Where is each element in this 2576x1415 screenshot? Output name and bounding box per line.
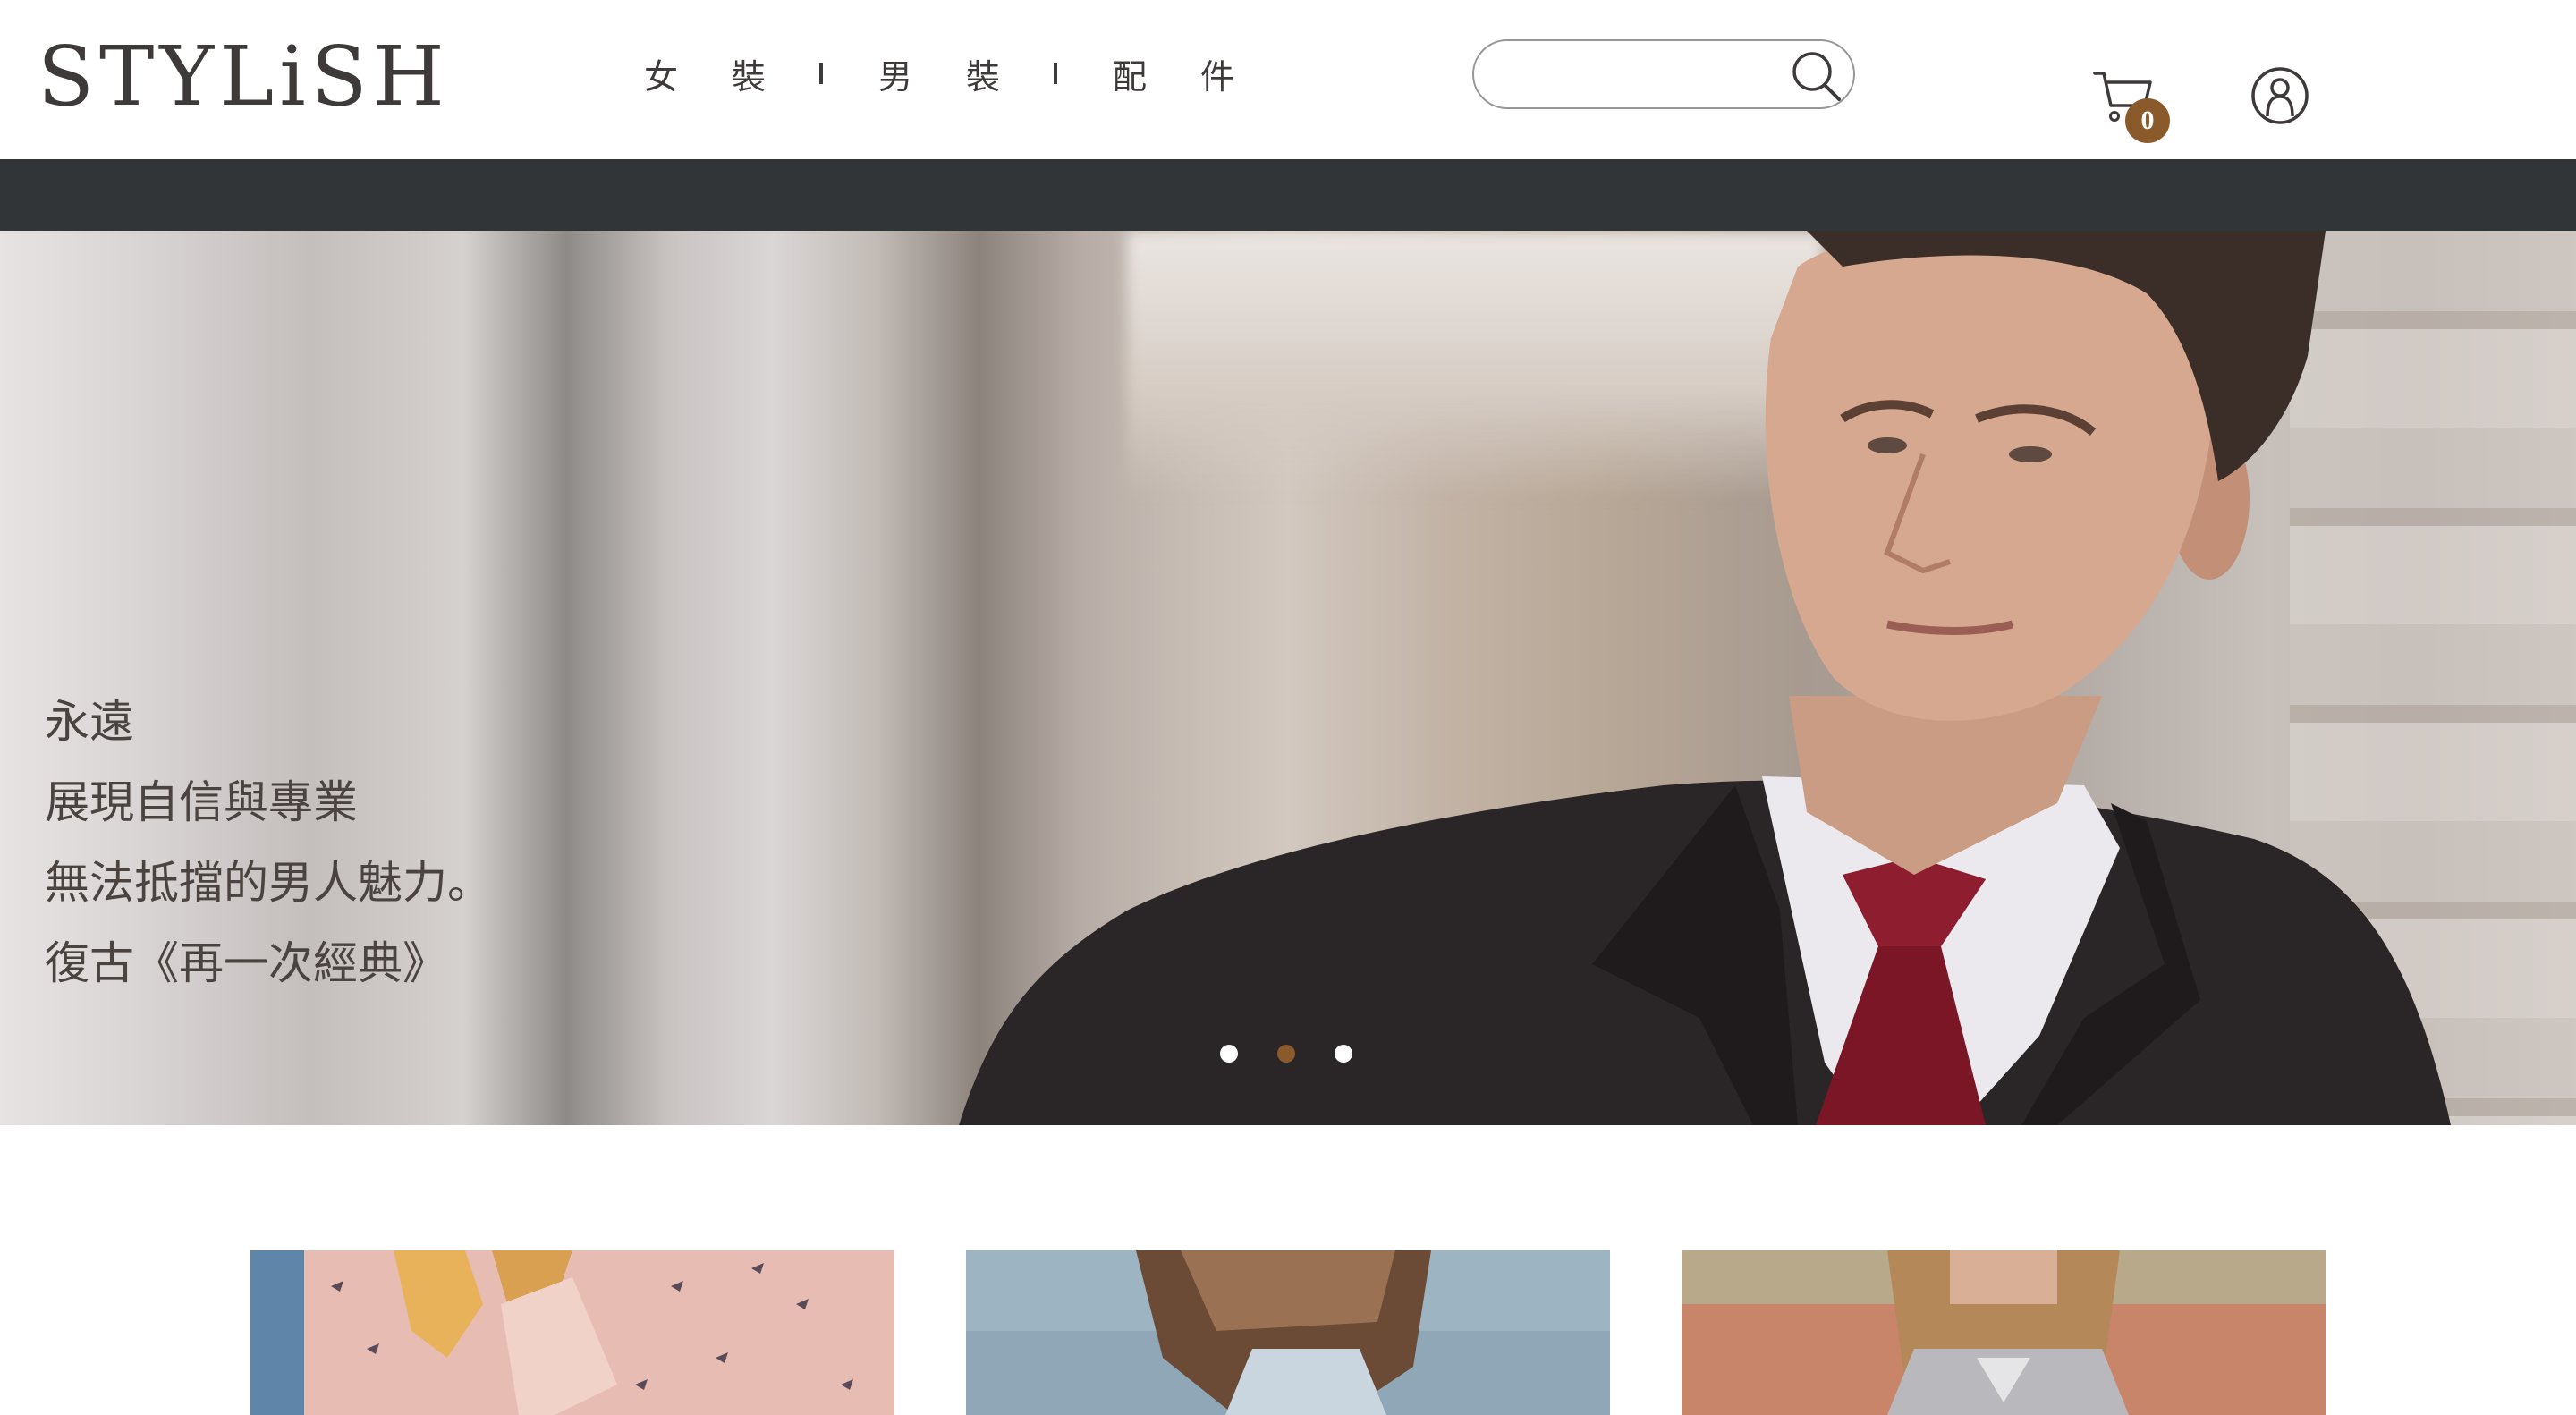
hero-slogan: 永遠 展現自信與專業 無法抵擋的男人魅力。 復古《再一次經典》 [45, 682, 492, 1004]
product-image [966, 1250, 1610, 1415]
carousel-dot[interactable] [1220, 1045, 1238, 1063]
nav-item-women[interactable]: 女裝 [644, 49, 819, 98]
hero-banner[interactable]: 永遠 展現自信與專業 無法抵擋的男人魅力。 復古《再一次經典》 [0, 231, 2576, 1125]
hero-slogan-line: 展現自信與專業 [45, 776, 358, 828]
site-logo[interactable]: STYLiSH [38, 32, 450, 122]
hero-slogan-line: 復古《再一次經典》 [45, 937, 447, 989]
site-header: STYLiSH 女裝 男裝 配件 0 [0, 0, 2576, 159]
hero-slogan-line: 永遠 [45, 696, 134, 748]
carousel-dots [1220, 1045, 1352, 1063]
product-image [1682, 1250, 2326, 1415]
search-icon[interactable] [1789, 48, 1844, 104]
search-input[interactable] [1496, 50, 1782, 100]
nav-divider [1054, 63, 1058, 84]
header-divider-bar [0, 159, 2576, 231]
product-card[interactable] [966, 1250, 1610, 1415]
main-nav: 女裝 男裝 配件 [644, 47, 1288, 100]
nav-item-accessories[interactable]: 配件 [1113, 49, 1288, 98]
member-icon[interactable] [2250, 66, 2309, 125]
search-box [1472, 39, 1855, 109]
product-image [250, 1250, 894, 1415]
product-card[interactable] [250, 1250, 894, 1415]
product-card[interactable] [1682, 1250, 2326, 1415]
hero-slogan-line: 無法抵擋的男人魅力。 [45, 857, 492, 909]
cart-count-badge: 0 [2125, 98, 2170, 143]
cart-button[interactable]: 0 [2091, 64, 2172, 147]
carousel-dot[interactable] [1335, 1045, 1352, 1063]
product-grid [250, 1250, 2326, 1415]
nav-divider [819, 63, 824, 84]
nav-item-men[interactable]: 男裝 [878, 49, 1054, 98]
carousel-dot-active[interactable] [1277, 1045, 1295, 1063]
